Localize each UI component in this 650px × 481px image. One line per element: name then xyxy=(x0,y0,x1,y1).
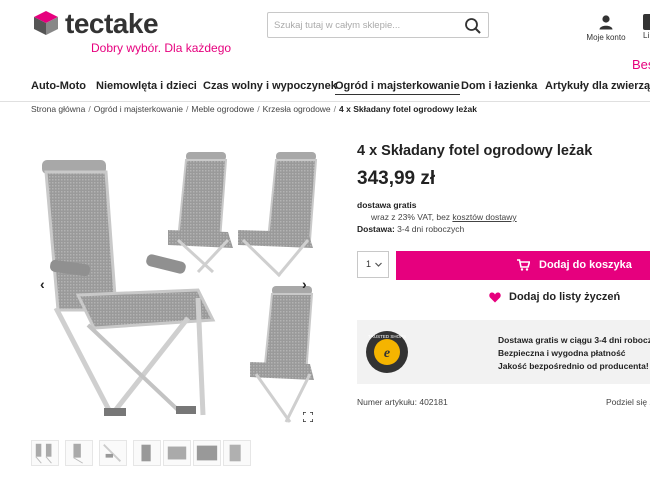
search-input[interactable] xyxy=(274,17,454,34)
trust-badge-text: TRUSTED SHOPS xyxy=(368,334,406,339)
wishlist-header-icon[interactable] xyxy=(643,14,650,30)
thumbnail[interactable] xyxy=(193,440,221,466)
add-to-cart-button[interactable]: Dodaj do koszyka xyxy=(396,251,650,280)
vat-text: wraz z 23% VAT, bez xyxy=(371,212,453,222)
shipping-cost-link[interactable]: kosztów dostawy xyxy=(452,212,516,222)
free-shipping-label: dostawa gratis xyxy=(357,200,417,210)
quantity-value: 1 xyxy=(366,259,372,269)
search-icon[interactable] xyxy=(464,17,482,35)
heart-icon xyxy=(489,292,501,303)
thumbnail[interactable] xyxy=(99,440,127,466)
thumbnail[interactable] xyxy=(65,440,93,466)
nav-item-babies-kids[interactable]: Niemowlęta i dzieci xyxy=(96,80,197,92)
trust-box: e TRUSTED SHOPS Dostawa gratis w ciągu 3… xyxy=(357,320,650,384)
add-to-wishlist-button[interactable]: Dodaj do listy życzeń xyxy=(489,291,621,303)
nav-item-home-bath[interactable]: Dom i łazienka xyxy=(461,80,537,92)
share-label[interactable]: Podziel się z xyxy=(606,397,650,407)
breadcrumb-garden-chairs[interactable]: Krzesła ogrodowe xyxy=(263,104,331,114)
chair-small-3 xyxy=(250,286,314,423)
product-price: 343,99 zł xyxy=(357,168,436,189)
user-icon xyxy=(599,15,613,30)
thumbnail[interactable] xyxy=(133,440,161,466)
trust-line-shipping: Dostawa gratis w ciągu 3-4 dni roboczy xyxy=(498,335,650,345)
breadcrumb-home[interactable]: Strona główna xyxy=(31,104,85,114)
trusted-shops-badge[interactable]: e TRUSTED SHOPS xyxy=(365,330,409,374)
account-label: Moje konto xyxy=(586,33,626,42)
chair-small-1 xyxy=(168,152,233,274)
main-nav: Auto-Moto Niemowlęta i dzieci Czas wolny… xyxy=(0,80,650,100)
chevron-down-icon xyxy=(375,262,382,267)
vat-info: wraz z 23% VAT, bez kosztów dostawy xyxy=(371,212,517,222)
account-link[interactable]: Moje konto xyxy=(584,14,628,42)
gallery-next-arrow[interactable]: › xyxy=(302,276,307,292)
trust-line-quality: Jakość bezpośrednio od producenta! xyxy=(498,361,649,371)
thumbnail[interactable] xyxy=(223,440,251,466)
wishlist-label: Dodaj do listy życzeń xyxy=(509,291,621,303)
product-title: 4 x Składany fotel ogrodowy leżak xyxy=(357,143,593,159)
promo-link[interactable]: Bes xyxy=(632,57,650,72)
nav-item-pets[interactable]: Artykuły dla zwierząt xyxy=(545,80,650,92)
add-to-cart-label: Dodaj do koszyka xyxy=(539,259,632,271)
logo-cube-icon xyxy=(34,11,58,35)
header-list-label[interactable]: Li xyxy=(643,31,649,40)
delivery-info: Dostawa: 3-4 dni roboczych xyxy=(357,224,464,234)
quantity-select[interactable]: 1 xyxy=(357,251,389,278)
trust-line-payment: Bezpieczna i wygodna płatność xyxy=(498,348,626,358)
delivery-label: Dostawa: xyxy=(357,224,395,234)
product-main-image[interactable] xyxy=(28,140,328,430)
breadcrumb: Strona główna / Ogród i majsterkowanie / Meb… xyxy=(31,104,477,114)
thumbnail[interactable] xyxy=(31,440,59,466)
expand-icon[interactable] xyxy=(303,412,313,422)
breadcrumb-garden[interactable]: Ogród i majsterkowanie xyxy=(94,104,183,114)
logo[interactable]: tectake Dobry wybór. Dla każdego xyxy=(33,8,233,56)
nav-item-garden[interactable]: Ogród i majsterkowanie xyxy=(335,80,460,95)
cart-icon xyxy=(517,259,530,271)
brand-name: tectake xyxy=(65,8,159,39)
chair-small-2 xyxy=(238,152,318,278)
thumbnail[interactable] xyxy=(163,440,191,466)
nav-item-leisure[interactable]: Czas wolny i wypoczynek xyxy=(203,80,337,92)
article-number: Numer artykułu: 402181 xyxy=(357,397,448,407)
gallery-prev-arrow[interactable]: ‹ xyxy=(40,276,45,292)
svg-text:e: e xyxy=(384,346,390,361)
nav-divider xyxy=(0,101,650,102)
brand-tagline: Dobry wybór. Dla każdego xyxy=(91,41,232,55)
nav-item-auto-moto[interactable]: Auto-Moto xyxy=(31,80,86,92)
breadcrumb-garden-furniture[interactable]: Meble ogrodowe xyxy=(191,104,254,114)
breadcrumb-current: 4 x Składany fotel ogrodowy leżak xyxy=(339,104,477,114)
delivery-value: 3-4 dni roboczych xyxy=(394,224,465,234)
search-box xyxy=(267,12,489,38)
